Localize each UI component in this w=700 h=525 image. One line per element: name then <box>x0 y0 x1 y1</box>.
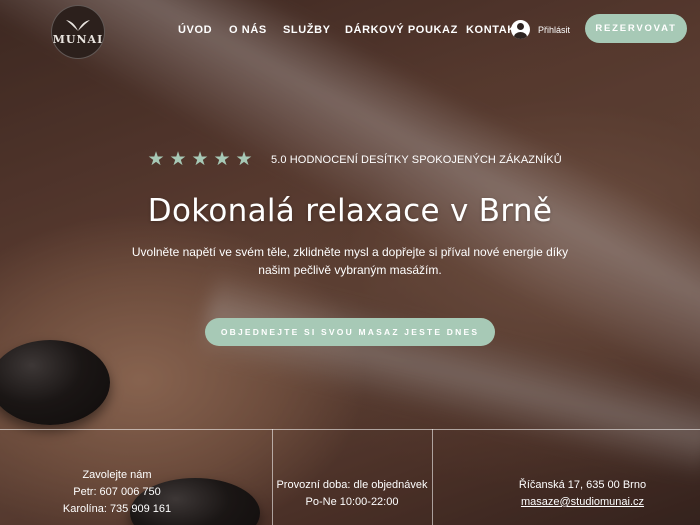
address-info: Říčanská 17, 635 00 Brno masaze@studiomu… <box>505 477 660 511</box>
leaf-icon <box>66 20 90 31</box>
star-icon: ★ <box>147 148 165 170</box>
star-icon: ★ <box>213 148 231 170</box>
contact-info: Zavolejte nám Petr: 607 006 750 Karolína… <box>40 467 194 518</box>
hours-value: Po-Ne 10:00-22:00 <box>305 496 399 508</box>
rating-text: 5.0 HODNOCENÍ DESÍTKY SPOKOJENÝCH ZÁKAZN… <box>271 153 562 166</box>
phone-petr[interactable]: Petr: 607 006 750 <box>40 484 194 501</box>
nav-item-darkovy-poukaz[interactable]: DÁRKOVÝ POUKAZ <box>345 24 458 36</box>
email-link[interactable]: masaze@studiomunai.cz <box>505 494 660 511</box>
book-massage-button[interactable]: OBJEDNEJTE SI SVOU MASAZ JESTE DNES <box>205 318 495 346</box>
nav-item-sluzby[interactable]: SLUŽBY <box>283 24 331 36</box>
contact-heading: Zavolejte nám <box>82 469 152 481</box>
rating-stars: ★ ★ ★ ★ ★ <box>146 150 254 169</box>
phone-karolina[interactable]: Karolína: 735 909 161 <box>40 501 194 518</box>
hero-subtitle: Uvolněte napětí ve svém těle, zklidněte … <box>131 245 569 277</box>
login-link[interactable]: Přihlásit <box>511 20 570 39</box>
divider <box>432 429 433 525</box>
address: Říčanská 17, 635 00 Brno <box>518 479 647 491</box>
rating: ★ ★ ★ ★ ★ 5.0 HODNOCENÍ DESÍTKY SPOKOJEN… <box>146 150 562 169</box>
nav-item-uvod[interactable]: ÚVOD <box>178 24 212 36</box>
logo[interactable]: MUNAI <box>51 5 105 59</box>
nav-item-o-nas[interactable]: O NÁS <box>229 24 267 36</box>
logo-text: MUNAI <box>52 33 104 46</box>
divider <box>0 429 700 430</box>
hero-title: Dokonalá relaxace v Brně <box>147 193 553 229</box>
star-icon: ★ <box>169 148 187 170</box>
star-icon: ★ <box>191 148 209 170</box>
login-label: Přihlásit <box>538 24 571 35</box>
hours-label: Provozní doba: dle objednávek <box>276 479 428 491</box>
user-icon <box>511 20 530 39</box>
star-icon: ★ <box>235 148 253 170</box>
opening-hours: Provozní doba: dle objednávek Po-Ne 10:0… <box>272 477 432 511</box>
reserve-button[interactable]: REZERVOVAT <box>585 14 687 43</box>
